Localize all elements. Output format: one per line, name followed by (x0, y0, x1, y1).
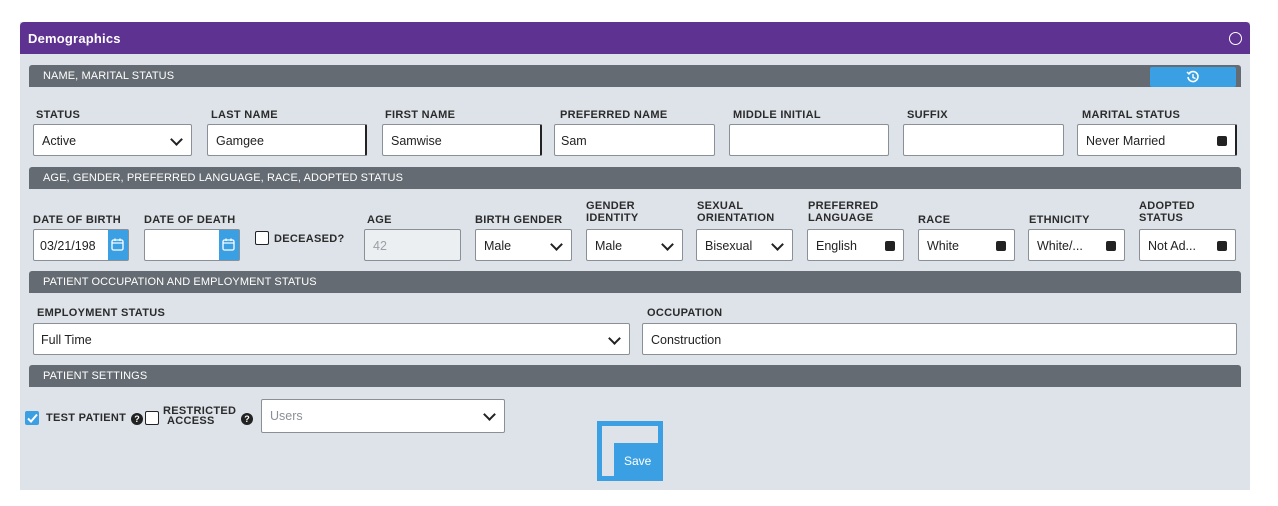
dropdown-square-icon (885, 241, 895, 251)
employment-status-label: EMPLOYMENT STATUS (37, 307, 166, 319)
demographics-panel: Demographics NAME, MARITAL STATUS STATUS… (20, 22, 1250, 490)
test-patient-checkbox[interactable] (25, 411, 39, 425)
status-value: Active (42, 134, 77, 148)
section-header-age: AGE, GENDER, PREFERRED LANGUAGE, RACE, A… (29, 167, 1241, 189)
occupation-label: OCCUPATION (647, 307, 723, 319)
race-select[interactable]: White (918, 229, 1015, 261)
chevron-down-icon (483, 408, 496, 421)
help-icon[interactable]: ? (241, 413, 253, 425)
section-header-employment: PATIENT OCCUPATION AND EMPLOYMENT STATUS (29, 271, 1241, 293)
sexual-orientation-value: Bisexual (705, 239, 753, 253)
history-icon (1186, 70, 1199, 83)
chevron-down-icon (170, 133, 183, 146)
gender-identity-select[interactable]: Male (586, 229, 683, 261)
race-label: RACE (918, 214, 951, 226)
first-name-label: FIRST NAME (385, 109, 456, 121)
middle-initial-label: MIDDLE INITIAL (733, 109, 821, 121)
section-title-age: AGE, GENDER, PREFERRED LANGUAGE, RACE, A… (43, 172, 404, 184)
help-icon[interactable]: ? (131, 413, 143, 425)
preferred-language-label: PREFERRED LANGUAGE (808, 200, 879, 224)
dod-label: DATE OF DEATH (144, 214, 236, 226)
birth-gender-label: BIRTH GENDER (475, 214, 563, 226)
status-label: STATUS (36, 109, 81, 121)
save-button[interactable]: Save (614, 443, 658, 476)
test-patient-label: TEST PATIENT (46, 412, 127, 424)
section-header-settings: PATIENT SETTINGS (29, 365, 1241, 387)
race-value: White (927, 239, 959, 253)
last-name-field[interactable]: Gamgee (207, 124, 367, 156)
marital-status-select[interactable]: Never Married (1077, 124, 1237, 156)
dropdown-square-icon (1106, 241, 1116, 251)
sexual-orientation-select[interactable]: Bisexual (696, 229, 793, 261)
users-placeholder: Users (270, 409, 303, 423)
calendar-icon (111, 238, 124, 251)
status-select[interactable]: Active (33, 124, 192, 156)
marital-status-value: Never Married (1086, 134, 1166, 148)
calendar-icon (222, 238, 235, 251)
dropdown-square-icon (1217, 241, 1227, 251)
age-label: AGE (367, 214, 392, 226)
dob-value: 03/21/198 (40, 239, 96, 253)
section-title-employment: PATIENT OCCUPATION AND EMPLOYMENT STATUS (43, 276, 317, 288)
last-name-value: Gamgee (216, 134, 264, 148)
ethnicity-label: ETHNICITY (1029, 214, 1090, 226)
employment-status-select[interactable]: Full Time (33, 323, 630, 355)
sexual-orientation-label: SEXUAL ORIENTATION (697, 200, 775, 224)
dob-label: DATE OF BIRTH (33, 214, 122, 226)
dod-calendar-button[interactable] (219, 230, 239, 260)
chevron-down-icon (661, 238, 674, 251)
deceased-label: DECEASED? (274, 233, 345, 245)
chevron-down-icon (771, 238, 784, 251)
adopted-status-label: ADOPTED STATUS (1139, 200, 1195, 224)
age-field: 42 (364, 229, 461, 261)
section-header-name: NAME, MARITAL STATUS (29, 65, 1241, 87)
check-icon (27, 413, 38, 423)
preferred-language-select[interactable]: English (807, 229, 904, 261)
adopted-status-select[interactable]: Not Ad... (1139, 229, 1236, 261)
chevron-down-icon (550, 238, 563, 251)
birth-gender-select[interactable]: Male (475, 229, 572, 261)
first-name-value: Samwise (391, 134, 442, 148)
deceased-checkbox[interactable] (255, 231, 269, 245)
section-title-name: NAME, MARITAL STATUS (43, 70, 175, 82)
preferred-language-value: English (816, 239, 857, 253)
dob-calendar-button[interactable] (108, 230, 128, 260)
first-name-field[interactable]: Samwise (382, 124, 542, 156)
occupation-value: Construction (651, 333, 722, 347)
panel-title: Demographics (28, 31, 121, 46)
gender-identity-label: GENDER IDENTITY (586, 200, 639, 224)
history-button[interactable] (1150, 67, 1236, 87)
restricted-access-checkbox[interactable] (145, 411, 159, 425)
dod-field[interactable] (144, 229, 240, 261)
preferred-name-field[interactable]: Sam (554, 124, 715, 156)
occupation-field[interactable]: Construction (642, 323, 1237, 355)
middle-initial-field[interactable] (729, 124, 889, 156)
dob-field[interactable]: 03/21/198 (33, 229, 129, 261)
title-bar: Demographics (20, 22, 1250, 54)
suffix-field[interactable] (903, 124, 1064, 156)
employment-status-value: Full Time (41, 333, 92, 347)
birth-gender-value: Male (484, 239, 512, 253)
adopted-status-value: Not Ad... (1148, 239, 1196, 253)
dropdown-square-icon (996, 241, 1006, 251)
gender-identity-value: Male (595, 239, 623, 253)
suffix-label: SUFFIX (907, 109, 948, 121)
age-value: 42 (373, 239, 387, 253)
marital-status-label: MARITAL STATUS (1082, 109, 1181, 121)
preferred-name-value: Sam (561, 134, 587, 148)
restricted-access-label: RESTRICTED ACCESS (163, 405, 237, 427)
section-title-settings: PATIENT SETTINGS (43, 370, 148, 382)
preferred-name-label: PREFERRED NAME (560, 109, 668, 121)
last-name-label: LAST NAME (211, 109, 278, 121)
users-select[interactable]: Users (261, 399, 505, 433)
save-button-frame: Save (597, 421, 663, 481)
circle-icon[interactable] (1229, 32, 1242, 45)
dropdown-square-icon (1217, 136, 1227, 146)
ethnicity-value: White/... (1037, 239, 1083, 253)
ethnicity-select[interactable]: White/... (1028, 229, 1125, 261)
chevron-down-icon (608, 332, 621, 345)
